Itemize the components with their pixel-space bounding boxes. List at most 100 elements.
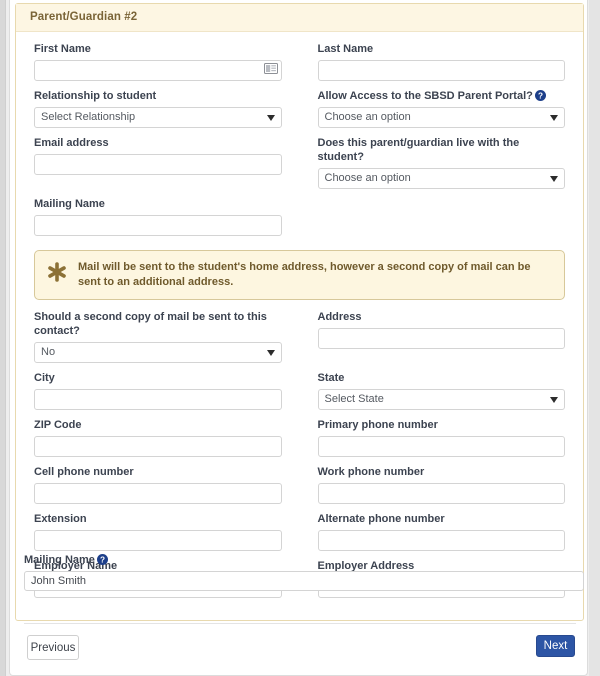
last-name-input[interactable] <box>317 60 565 81</box>
cell-phone-wrap <box>34 483 282 504</box>
last-name-wrap <box>317 60 565 81</box>
label-lives-with-student-text: Does this parent/guardian live with the … <box>317 137 520 163</box>
form-footer: Previous Next <box>24 634 576 664</box>
mail-info-alert: Mail will be sent to the student's home … <box>34 250 565 300</box>
address-wrap <box>317 328 565 349</box>
panel-title: Parent/Guardian #2 <box>16 4 583 32</box>
field-mailing-name-bottom: Mailing Name? <box>24 553 584 592</box>
first-name-input[interactable] <box>34 60 282 81</box>
alternate-phone-input[interactable] <box>317 530 565 551</box>
field-first-name: First Name <box>34 42 300 81</box>
label-alternate-phone: Alternate phone number <box>318 512 566 526</box>
help-icon[interactable]: ? <box>96 554 108 565</box>
label-state-text: State <box>317 372 345 384</box>
mailing-name-panel-input[interactable] <box>34 215 282 236</box>
chevron-down-icon <box>266 115 275 121</box>
chevron-down-icon <box>550 115 558 121</box>
field-second-copy-of-mail: Should a second copy of mail be sent to … <box>34 310 300 363</box>
email-address-input[interactable] <box>34 154 282 175</box>
address-input[interactable] <box>317 328 565 349</box>
field-alternate-phone-number: Alternate phone number <box>300 512 566 551</box>
label-state: State <box>318 371 566 385</box>
label-work-phone-text: Work phone number <box>317 466 425 478</box>
label-mailing-name-bottom: Mailing Name? <box>24 553 584 567</box>
footer-divider <box>24 623 576 624</box>
allow-access-select-value: Choose an option <box>317 107 565 128</box>
field-city: City <box>34 371 300 410</box>
label-zip-code-text: ZIP Code <box>34 419 82 431</box>
state-select[interactable]: Select State <box>317 389 565 410</box>
field-mailing-name-panel: Mailing Name <box>34 197 300 236</box>
asterisk-icon <box>48 262 66 282</box>
cell-phone-input[interactable] <box>34 483 282 504</box>
lives-with-student-select[interactable]: Choose an option <box>317 168 565 189</box>
field-email-address: Email address <box>34 136 300 189</box>
chevron-down-icon <box>266 350 275 356</box>
zip-code-input[interactable] <box>34 436 282 457</box>
mailing-name-bottom-wrap <box>24 571 584 592</box>
label-relationship-text: Relationship to student <box>34 90 157 102</box>
field-extension: Extension <box>34 512 300 551</box>
primary-phone-wrap <box>317 436 565 457</box>
label-city-text: City <box>34 372 55 384</box>
lives-with-student-select-value: Choose an option <box>317 168 565 189</box>
city-wrap <box>34 389 282 410</box>
label-email-text: Email address <box>34 137 109 149</box>
email-wrap <box>34 154 282 175</box>
city-input[interactable] <box>34 389 282 410</box>
alternate-phone-wrap <box>317 530 565 551</box>
relationship-select[interactable]: Select Relationship <box>34 107 282 128</box>
label-first-name: First Name <box>34 42 282 56</box>
label-alternate-phone-text: Alternate phone number <box>317 513 445 525</box>
previous-button[interactable]: Previous <box>27 635 79 660</box>
label-last-name: Last Name <box>318 42 566 56</box>
label-mailing-name-panel: Mailing Name <box>34 197 282 211</box>
spacer-cell <box>300 197 566 236</box>
zip-wrap <box>34 436 282 457</box>
extension-input[interactable] <box>34 530 282 551</box>
primary-phone-input[interactable] <box>317 436 565 457</box>
label-city: City <box>34 371 282 385</box>
label-extension: Extension <box>34 512 282 526</box>
label-cell-phone: Cell phone number <box>34 465 282 479</box>
label-primary-phone-text: Primary phone number <box>317 419 438 431</box>
work-phone-input[interactable] <box>317 483 565 504</box>
label-allow-access-text: Allow Access to the SBSD Parent Portal? <box>317 90 533 102</box>
work-phone-wrap <box>317 483 565 504</box>
label-work-phone: Work phone number <box>318 465 566 479</box>
label-zip-code: ZIP Code <box>34 418 282 432</box>
next-button[interactable]: Next <box>536 635 575 657</box>
label-mailing-name-bottom-text: Mailing Name <box>24 554 95 566</box>
chevron-down-icon <box>550 397 558 403</box>
page-background: Parent/Guardian #2 First Name Last Name … <box>0 0 600 676</box>
label-second-copy: Should a second copy of mail be sent to … <box>34 310 282 338</box>
field-cell-phone-number: Cell phone number <box>34 465 300 504</box>
mailing-name-bottom-input[interactable] <box>24 571 584 591</box>
help-icon[interactable]: ? <box>534 90 546 101</box>
field-address: Address <box>300 310 565 363</box>
label-last-name-text: Last Name <box>317 43 374 55</box>
label-lives-with-student: Does this parent/guardian live with the … <box>318 136 566 164</box>
label-first-name-text: First Name <box>34 43 91 55</box>
label-mailing-name-panel-text: Mailing Name <box>34 198 105 210</box>
field-zip-code: ZIP Code <box>34 418 300 457</box>
field-state: State Select State <box>300 371 566 410</box>
allow-access-select[interactable]: Choose an option <box>317 107 565 128</box>
field-work-phone-number: Work phone number <box>300 465 566 504</box>
label-address-text: Address <box>317 311 362 323</box>
label-email-address: Email address <box>34 136 282 150</box>
state-select-value: Select State <box>317 389 565 410</box>
mail-info-alert-text: Mail will be sent to the student's home … <box>78 261 531 288</box>
label-allow-access: Allow Access to the SBSD Parent Portal?? <box>318 89 566 103</box>
extension-wrap <box>34 530 282 551</box>
svg-text:?: ? <box>100 555 105 564</box>
panel-body: First Name Last Name Relationship to stu… <box>16 32 583 620</box>
field-allow-access-parent-portal: Allow Access to the SBSD Parent Portal??… <box>300 89 566 128</box>
label-relationship-to-student: Relationship to student <box>34 89 282 103</box>
label-second-copy-text: Should a second copy of mail be sent to … <box>34 311 267 337</box>
svg-text:?: ? <box>538 91 543 100</box>
field-lives-with-student: Does this parent/guardian live with the … <box>300 136 566 189</box>
first-name-wrap <box>34 60 282 81</box>
second-copy-select[interactable]: No <box>34 342 282 363</box>
relationship-select-value: Select Relationship <box>34 107 282 128</box>
